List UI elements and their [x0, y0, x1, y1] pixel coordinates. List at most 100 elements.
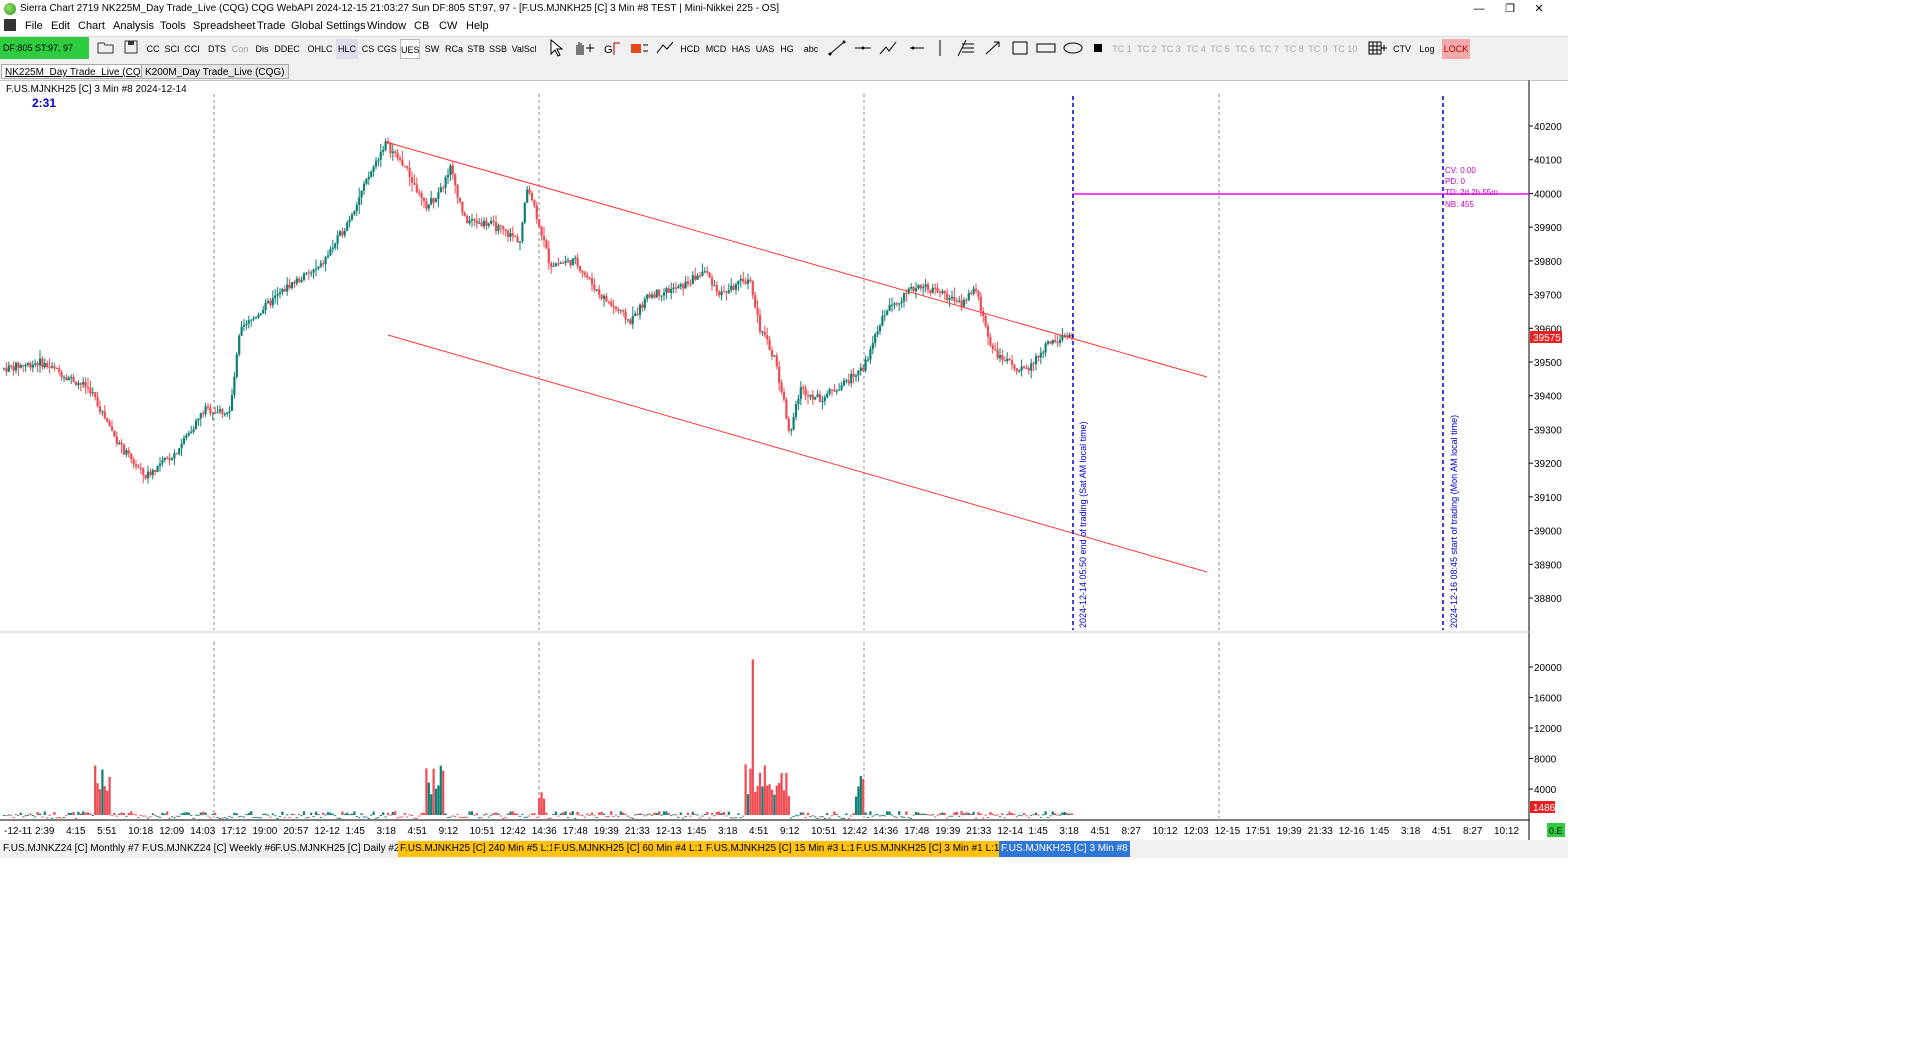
tc-5-button[interactable]: TC 5 [1209, 39, 1231, 59]
hlc-button[interactable]: HLC [336, 39, 358, 59]
cgs-button[interactable]: CGS [377, 39, 397, 59]
menu-cb[interactable]: CB [414, 20, 429, 32]
filled-square-icon[interactable] [1090, 39, 1106, 59]
chart-tab-240min[interactable]: F.US.MJNKH25 [C] 240 Min #5 L:1 [398, 841, 557, 857]
chartbook-tab-nk225m[interactable]: NK225M_Day Trade_Live (CQG) [1, 64, 156, 79]
price-chart[interactable]: 2024-12-14 05:50 end of trading (Sat AM … [0, 79, 1568, 840]
volume-bar [326, 812, 330, 815]
candle-body [175, 453, 178, 455]
menu-help[interactable]: Help [466, 20, 489, 32]
volume-bar [778, 782, 781, 815]
mcd-button[interactable]: MCD [704, 39, 728, 59]
ray-icon[interactable] [906, 39, 928, 59]
rectangle-icon[interactable] [1009, 39, 1031, 59]
zigzag-icon[interactable] [877, 39, 899, 59]
volume-bar [70, 813, 73, 815]
arrow-tool-icon[interactable] [982, 39, 1004, 59]
menu-window[interactable]: Window [367, 20, 406, 32]
menu-tools[interactable]: Tools [160, 20, 186, 32]
line-tool-icon[interactable] [826, 39, 848, 59]
channel-upper-line[interactable] [385, 141, 1208, 378]
save-icon[interactable] [121, 39, 141, 59]
menu-cw[interactable]: CW [439, 20, 457, 32]
sci-button[interactable]: SCI [163, 39, 181, 59]
has-button[interactable]: HAS [731, 39, 751, 59]
text-tool-button[interactable]: abc [801, 39, 821, 59]
tc-1-button[interactable]: TC 1 [1111, 39, 1133, 59]
rca-button[interactable]: RCa [444, 39, 464, 59]
volume-bar [941, 812, 944, 815]
log-button[interactable]: Log [1416, 39, 1438, 59]
vertical-line-icon[interactable] [933, 39, 947, 59]
menu-edit[interactable]: Edit [51, 20, 70, 32]
ellipse-icon[interactable] [1061, 39, 1085, 59]
connect-button[interactable]: Con [230, 39, 250, 59]
chart-tab-60min[interactable]: F.US.MJNKH25 [C] 60 Min #4 L:1 [552, 841, 705, 857]
uas-button[interactable]: UAS [755, 39, 775, 59]
close-button[interactable]: ✕ [1524, 0, 1554, 18]
cc-button[interactable]: CC [145, 39, 161, 59]
minimize-button[interactable]: — [1464, 0, 1494, 18]
chart-tab-3min-1[interactable]: F.US.MJNKH25 [C] 3 Min #1 L:1 [854, 841, 1002, 857]
candle-body [228, 410, 231, 413]
valscl-button[interactable]: ValScl [510, 39, 538, 59]
graph-tool-icon[interactable]: G [601, 39, 625, 59]
candle-body [722, 291, 726, 293]
trade-window-icon[interactable] [1365, 39, 1389, 59]
candle-body [194, 420, 198, 430]
menu-file[interactable]: File [25, 20, 43, 32]
tc-7-button[interactable]: TC 7 [1258, 39, 1280, 59]
volume-bar [389, 814, 392, 816]
ssb-button[interactable]: SSB [488, 39, 508, 59]
open-icon[interactable] [96, 39, 116, 59]
chartbook-tab-k200m[interactable]: K200M_Day Trade_Live (CQG) [141, 64, 289, 79]
chart-tab-15min[interactable]: F.US.MJNKH25 [C] 15 Min #3 L:1 [704, 841, 857, 857]
candle-body [773, 355, 776, 357]
volume-bar [394, 811, 397, 815]
dts-button[interactable]: DTS [207, 39, 227, 59]
volume-bar [838, 816, 841, 818]
hcd-button[interactable]: HCD [679, 39, 701, 59]
chart-drawing-icon[interactable] [654, 39, 676, 59]
hg-button[interactable]: HG [779, 39, 795, 59]
tc-2-button[interactable]: TC 2 [1136, 39, 1158, 59]
ues-button[interactable]: UES [400, 39, 420, 59]
candle-body [487, 223, 490, 226]
menu-global-settings[interactable]: Global Settings [291, 20, 366, 32]
ddec-button[interactable]: DDEC [274, 39, 300, 59]
candle-body [523, 202, 526, 223]
lock-button[interactable]: LOCK [1442, 39, 1470, 59]
wide-rectangle-icon[interactable] [1034, 39, 1058, 59]
cci-button[interactable]: CCI [183, 39, 201, 59]
svg-text:G: G [604, 44, 613, 56]
sw-button[interactable]: SW [423, 39, 441, 59]
chart-area[interactable]: 2024-12-14 05:50 end of trading (Sat AM … [0, 79, 1568, 840]
chart-tab-weekly[interactable]: F.US.MJNKZ24 [C] Weekly #6 [140, 841, 278, 857]
disconnect-button[interactable]: Dis [253, 39, 271, 59]
pointer-icon[interactable] [548, 38, 564, 59]
chart-tab-3min-8[interactable]: F.US.MJNKH25 [C] 3 Min #8 [999, 841, 1130, 857]
tc-8-button[interactable]: TC 8 [1283, 39, 1305, 59]
order-tool-icon[interactable] [628, 39, 650, 59]
ohlc-button[interactable]: OHLC [307, 39, 333, 59]
ctv-button[interactable]: CTV [1391, 39, 1413, 59]
volume-bar [619, 811, 622, 815]
chart-tab-daily[interactable]: F.US.MJNKH25 [C] Daily #2 [273, 841, 401, 857]
tc-10-button[interactable]: TC 10 [1331, 39, 1359, 59]
tc-4-button[interactable]: TC 4 [1185, 39, 1207, 59]
tc-6-button[interactable]: TC 6 [1234, 39, 1256, 59]
stb-button[interactable]: STB [466, 39, 486, 59]
tc-3-button[interactable]: TC 3 [1160, 39, 1182, 59]
menu-analysis[interactable]: Analysis [113, 20, 154, 32]
horizontal-ray-icon[interactable] [851, 39, 875, 59]
tc-9-button[interactable]: TC 9 [1307, 39, 1329, 59]
chart-tab-monthly[interactable]: F.US.MJNKZ24 [C] Monthly #7 [1, 841, 141, 857]
menu-chart[interactable]: Chart [78, 20, 105, 32]
document-icon[interactable] [4, 19, 16, 31]
hand-pan-icon[interactable] [570, 39, 596, 59]
menu-trade[interactable]: Trade [257, 20, 285, 32]
restore-button[interactable]: ❐ [1495, 0, 1525, 18]
cs-button[interactable]: CS [360, 39, 376, 59]
menu-spreadsheet[interactable]: Spreadsheet [193, 20, 255, 32]
fibonacci-icon[interactable] [955, 39, 977, 59]
